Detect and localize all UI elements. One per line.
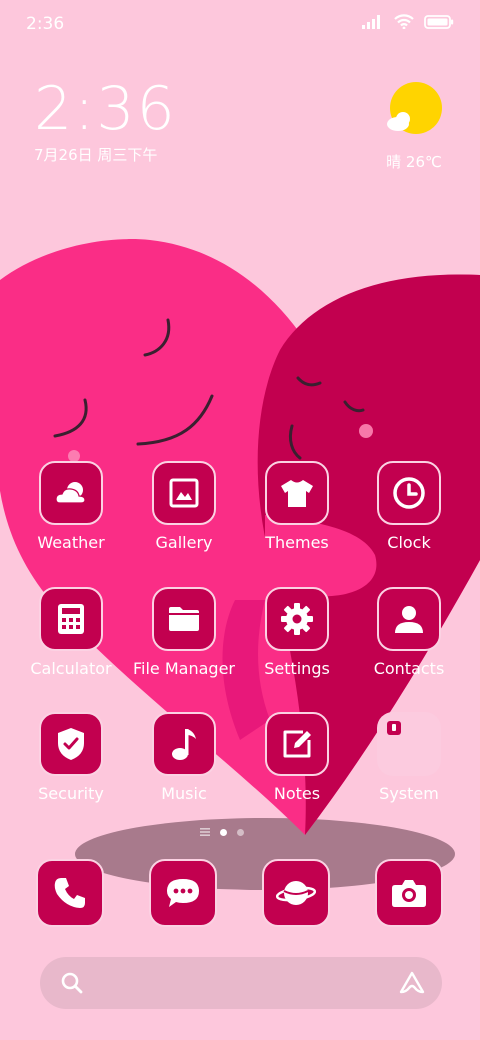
app-label: File Manager bbox=[133, 659, 235, 678]
app-label: Calculator bbox=[30, 659, 112, 678]
contacts-icon bbox=[395, 606, 423, 633]
app-notes[interactable]: Notes bbox=[242, 712, 352, 803]
security-app-icon bbox=[39, 712, 103, 776]
home-screen: 2:36 2:36 7月26日 周三下午 晴 26℃ Weather Galle… bbox=[0, 0, 480, 1040]
gear-icon bbox=[281, 603, 313, 635]
notes-app-icon bbox=[265, 712, 329, 776]
app-security[interactable]: Security bbox=[16, 712, 126, 803]
music-note-icon bbox=[172, 729, 196, 760]
dock-messages[interactable] bbox=[149, 859, 217, 927]
wifi-icon bbox=[394, 14, 414, 29]
app-file-manager[interactable]: File Manager bbox=[129, 587, 239, 678]
camera-icon bbox=[392, 880, 426, 907]
app-label: Settings bbox=[264, 659, 330, 678]
status-icons bbox=[362, 14, 454, 29]
app-weather[interactable]: Weather bbox=[16, 461, 126, 552]
system-folder-app-icon bbox=[377, 712, 441, 776]
folder-icon bbox=[169, 607, 199, 631]
clock-icon bbox=[393, 477, 425, 509]
app-music[interactable]: Music bbox=[129, 712, 239, 803]
app-label: Music bbox=[161, 784, 207, 803]
app-label: Gallery bbox=[155, 533, 213, 552]
app-label: Clock bbox=[387, 533, 431, 552]
music-app-icon bbox=[152, 712, 216, 776]
dock-browser[interactable] bbox=[262, 859, 330, 927]
themes-icon bbox=[281, 480, 313, 507]
messages-icon bbox=[167, 879, 199, 907]
page-dot bbox=[237, 828, 244, 836]
weather-icon bbox=[55, 482, 86, 504]
clock-widget-time: 2:36 bbox=[34, 74, 177, 144]
app-system-folder[interactable]: System bbox=[354, 712, 464, 803]
clock-app-icon bbox=[377, 461, 441, 525]
gallery-icon bbox=[169, 478, 199, 508]
app-label: Notes bbox=[273, 784, 321, 803]
app-label: Weather bbox=[37, 533, 105, 552]
app-settings[interactable]: Settings bbox=[242, 587, 352, 678]
app-label: Themes bbox=[265, 533, 329, 552]
weather-condition: 晴 bbox=[386, 153, 402, 171]
app-calculator[interactable]: Calculator bbox=[16, 587, 126, 678]
search-bar[interactable] bbox=[40, 957, 442, 1009]
dock-camera[interactable] bbox=[375, 859, 443, 927]
signal-icon bbox=[362, 14, 380, 29]
search-icon bbox=[61, 972, 83, 994]
app-clock[interactable]: Clock bbox=[354, 461, 464, 552]
status-bar: 2:36 bbox=[0, 0, 480, 50]
phone-icon bbox=[54, 878, 85, 908]
weather-temperature: 26℃ bbox=[405, 153, 442, 171]
app-gallery[interactable]: Gallery bbox=[129, 461, 239, 552]
weather-app-icon bbox=[39, 461, 103, 525]
themes-app-icon bbox=[265, 461, 329, 525]
app-label: Contacts bbox=[373, 659, 445, 678]
app-label: Security bbox=[38, 784, 104, 803]
page-list-icon bbox=[200, 828, 210, 836]
contacts-app-icon bbox=[377, 587, 441, 651]
battery-icon bbox=[424, 14, 454, 29]
page-indicator[interactable] bbox=[200, 828, 244, 836]
file-manager-app-icon bbox=[152, 587, 216, 651]
weather-widget[interactable]: 晴 26℃ bbox=[384, 82, 444, 172]
shield-icon bbox=[58, 728, 84, 760]
assistant-icon[interactable] bbox=[398, 970, 426, 996]
weather-summary: 晴 26℃ bbox=[384, 151, 444, 172]
calculator-app-icon bbox=[39, 587, 103, 651]
clock-widget[interactable]: 2:36 7月26日 周三下午 bbox=[34, 76, 177, 165]
sunny-weather-icon bbox=[387, 82, 442, 134]
settings-app-icon bbox=[265, 587, 329, 651]
clock-widget-date: 7月26日 周三下午 bbox=[34, 146, 158, 164]
notes-icon bbox=[283, 730, 311, 758]
page-dot-active bbox=[220, 828, 227, 836]
gallery-app-icon bbox=[152, 461, 216, 525]
app-themes[interactable]: Themes bbox=[242, 461, 352, 552]
app-label: System bbox=[379, 784, 439, 803]
browser-icon bbox=[276, 881, 316, 905]
calculator-icon bbox=[58, 604, 84, 634]
system-folder-icon bbox=[387, 721, 401, 735]
dock-phone[interactable] bbox=[36, 859, 104, 927]
app-contacts[interactable]: Contacts bbox=[354, 587, 464, 678]
status-time: 2:36 bbox=[26, 14, 65, 34]
